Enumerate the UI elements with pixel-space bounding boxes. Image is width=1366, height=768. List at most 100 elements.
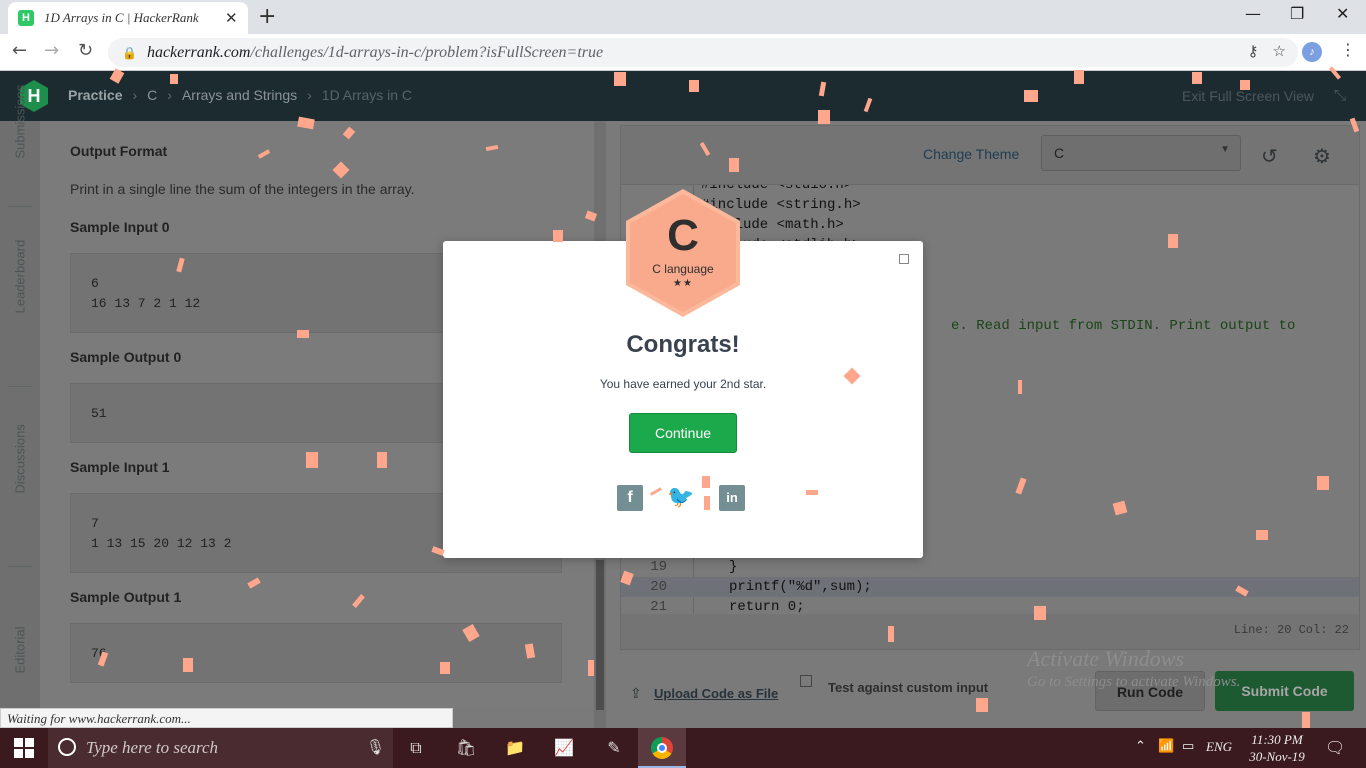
confetti-piece: [806, 490, 818, 495]
url-field[interactable]: 🔒 hackerrank.com/challenges/1d-arrays-in…: [108, 38, 1298, 67]
sample-input-1-heading: Sample Input 1: [70, 459, 170, 475]
confetti-piece: [1192, 72, 1202, 84]
bookmark-star-icon[interactable]: ☆: [1273, 42, 1286, 60]
forward-icon[interactable]: →: [44, 40, 59, 61]
profile-avatar[interactable]: ♪: [1302, 42, 1322, 62]
confetti-piece: [1168, 234, 1178, 248]
hackerrank-favicon-icon: H: [18, 10, 34, 26]
restore-code-icon[interactable]: ↺: [1261, 144, 1278, 168]
confetti-piece: [170, 74, 178, 84]
paint-icon[interactable]: ✎: [602, 736, 626, 760]
code-line: #include <string.h>: [701, 197, 861, 213]
badge-name: C language: [652, 262, 714, 276]
confetti-piece: [306, 452, 318, 468]
file-explorer-icon[interactable]: 📁: [503, 736, 527, 760]
confetti-piece: [1317, 476, 1329, 490]
badge-stars-icon: ★★: [673, 278, 693, 289]
site-header: H Practice › C › Arrays and Strings › 1D…: [0, 71, 1366, 121]
badge-letter: C: [667, 211, 699, 260]
upload-code-link[interactable]: Upload Code as File: [654, 686, 778, 701]
rail-submissions[interactable]: Submissions: [13, 85, 28, 159]
breadcrumb-separator-icon: ›: [132, 87, 138, 103]
rail-divider: [8, 566, 32, 567]
twitter-share-icon[interactable]: 🐦: [667, 485, 694, 511]
confetti-piece: [818, 110, 830, 124]
restore-icon[interactable]: ❐: [1290, 4, 1304, 23]
window-close-icon[interactable]: ✕: [1336, 4, 1349, 23]
taskbar-clock[interactable]: 11:30 PM 30-Nov-19: [1240, 731, 1314, 765]
sample-output-1-heading: Sample Output 1: [70, 589, 182, 605]
back-icon[interactable]: ←: [12, 40, 27, 61]
rail-leaderboard[interactable]: Leaderboard: [13, 240, 28, 314]
new-tab-icon[interactable]: +: [258, 4, 276, 29]
problem-scrollbar-thumb[interactable]: [596, 560, 604, 710]
minimize-icon[interactable]: —: [1245, 4, 1261, 23]
notepad-icon[interactable]: 📈: [552, 736, 576, 760]
confetti-piece: [704, 496, 710, 510]
url-host: hackerrank.com: [146, 43, 251, 61]
address-bar: ← → ↻ 🔒 hackerrank.com/challenges/1d-arr…: [0, 34, 1366, 71]
facebook-share-icon[interactable]: f: [617, 485, 643, 511]
loading-status: Waiting for www.hackerrank.com...: [0, 708, 453, 728]
confetti-piece: [1074, 70, 1084, 84]
confetti-piece: [888, 626, 894, 642]
confetti-piece: [689, 80, 699, 92]
code-line: #include <stdio.h>: [701, 184, 853, 193]
breadcrumb-separator-icon: ›: [307, 87, 312, 103]
clock-time: 11:30 PM: [1251, 732, 1303, 747]
wifi-icon[interactable]: 📶: [1158, 739, 1174, 754]
confetti-piece: [702, 476, 710, 488]
confetti-piece: [1240, 80, 1250, 90]
code-line: 21 return 0;: [650, 599, 805, 614]
linkedin-share-icon[interactable]: in: [719, 485, 745, 511]
cursor-position: Line: 20 Col: 22: [1233, 623, 1349, 637]
lock-icon: 🔒: [122, 45, 137, 60]
settings-gear-icon[interactable]: ⚙: [1313, 144, 1331, 168]
modal-close-icon[interactable]: [899, 254, 909, 264]
confetti-piece: [588, 660, 594, 676]
task-view-icon[interactable]: ⧉: [404, 736, 428, 760]
clock-date: 30-Nov-19: [1249, 749, 1305, 764]
browser-menu-icon[interactable]: ⋮: [1340, 40, 1356, 59]
rail-discussions[interactable]: Discussions: [13, 424, 28, 493]
confetti-piece: [553, 230, 563, 242]
store-icon[interactable]: 🛍: [454, 736, 478, 760]
exit-fullscreen-icon[interactable]: ⤡: [1334, 86, 1346, 104]
confetti-piece: [377, 452, 387, 468]
upload-icon[interactable]: ⇪: [630, 686, 642, 702]
code-line-active: 20 printf("%d",sum);: [621, 577, 1359, 597]
confetti-piece: [440, 662, 450, 674]
exit-fullscreen-link[interactable]: Exit Full Screen View: [1182, 88, 1314, 104]
sample-output-0-heading: Sample Output 0: [70, 349, 182, 365]
custom-input-checkbox[interactable]: [800, 675, 812, 687]
continue-button[interactable]: Continue: [629, 413, 737, 453]
confetti-piece: [1024, 90, 1038, 102]
tab-close-icon[interactable]: ✕: [225, 9, 238, 27]
change-theme-link[interactable]: Change Theme: [923, 146, 1019, 162]
notifications-icon[interactable]: 🗨: [1325, 738, 1345, 757]
reload-icon[interactable]: ↻: [78, 40, 93, 61]
key-icon[interactable]: ⚷: [1248, 42, 1259, 60]
confetti-piece: [1018, 380, 1022, 394]
breadcrumb-arrays-and-strings[interactable]: Arrays and Strings: [182, 87, 297, 103]
show-hidden-icons-icon[interactable]: ⌃: [1135, 739, 1146, 754]
sample-input-0-heading: Sample Input 0: [70, 219, 170, 235]
browser-tab[interactable]: H 1D Arrays in C | HackerRank ✕: [8, 2, 248, 34]
microphone-icon[interactable]: 🎙: [366, 738, 385, 756]
language-select[interactable]: C ▼: [1041, 135, 1241, 171]
rail-divider: [8, 206, 32, 207]
output-format-heading: Output Format: [70, 143, 168, 159]
rail-editorial[interactable]: Editorial: [13, 627, 28, 674]
chevron-down-icon: ▼: [1220, 144, 1230, 155]
windows-start-icon[interactable]: [14, 738, 34, 758]
chrome-taskbar-button[interactable]: [638, 728, 686, 768]
input-language[interactable]: ENG: [1206, 739, 1232, 755]
breadcrumb-c[interactable]: C: [147, 87, 157, 103]
battery-icon[interactable]: ▭: [1182, 739, 1194, 754]
taskbar-search[interactable]: Type here to search 🎙: [48, 728, 393, 768]
confetti-piece: [297, 330, 309, 338]
code-comment: e. Read input from STDIN. Print output t…: [951, 318, 1296, 334]
breadcrumb-practice[interactable]: Practice: [68, 87, 122, 103]
taskbar-search-placeholder: Type here to search: [86, 738, 219, 757]
left-rail: Submissions Leaderboard Discussions Edit…: [0, 85, 40, 708]
